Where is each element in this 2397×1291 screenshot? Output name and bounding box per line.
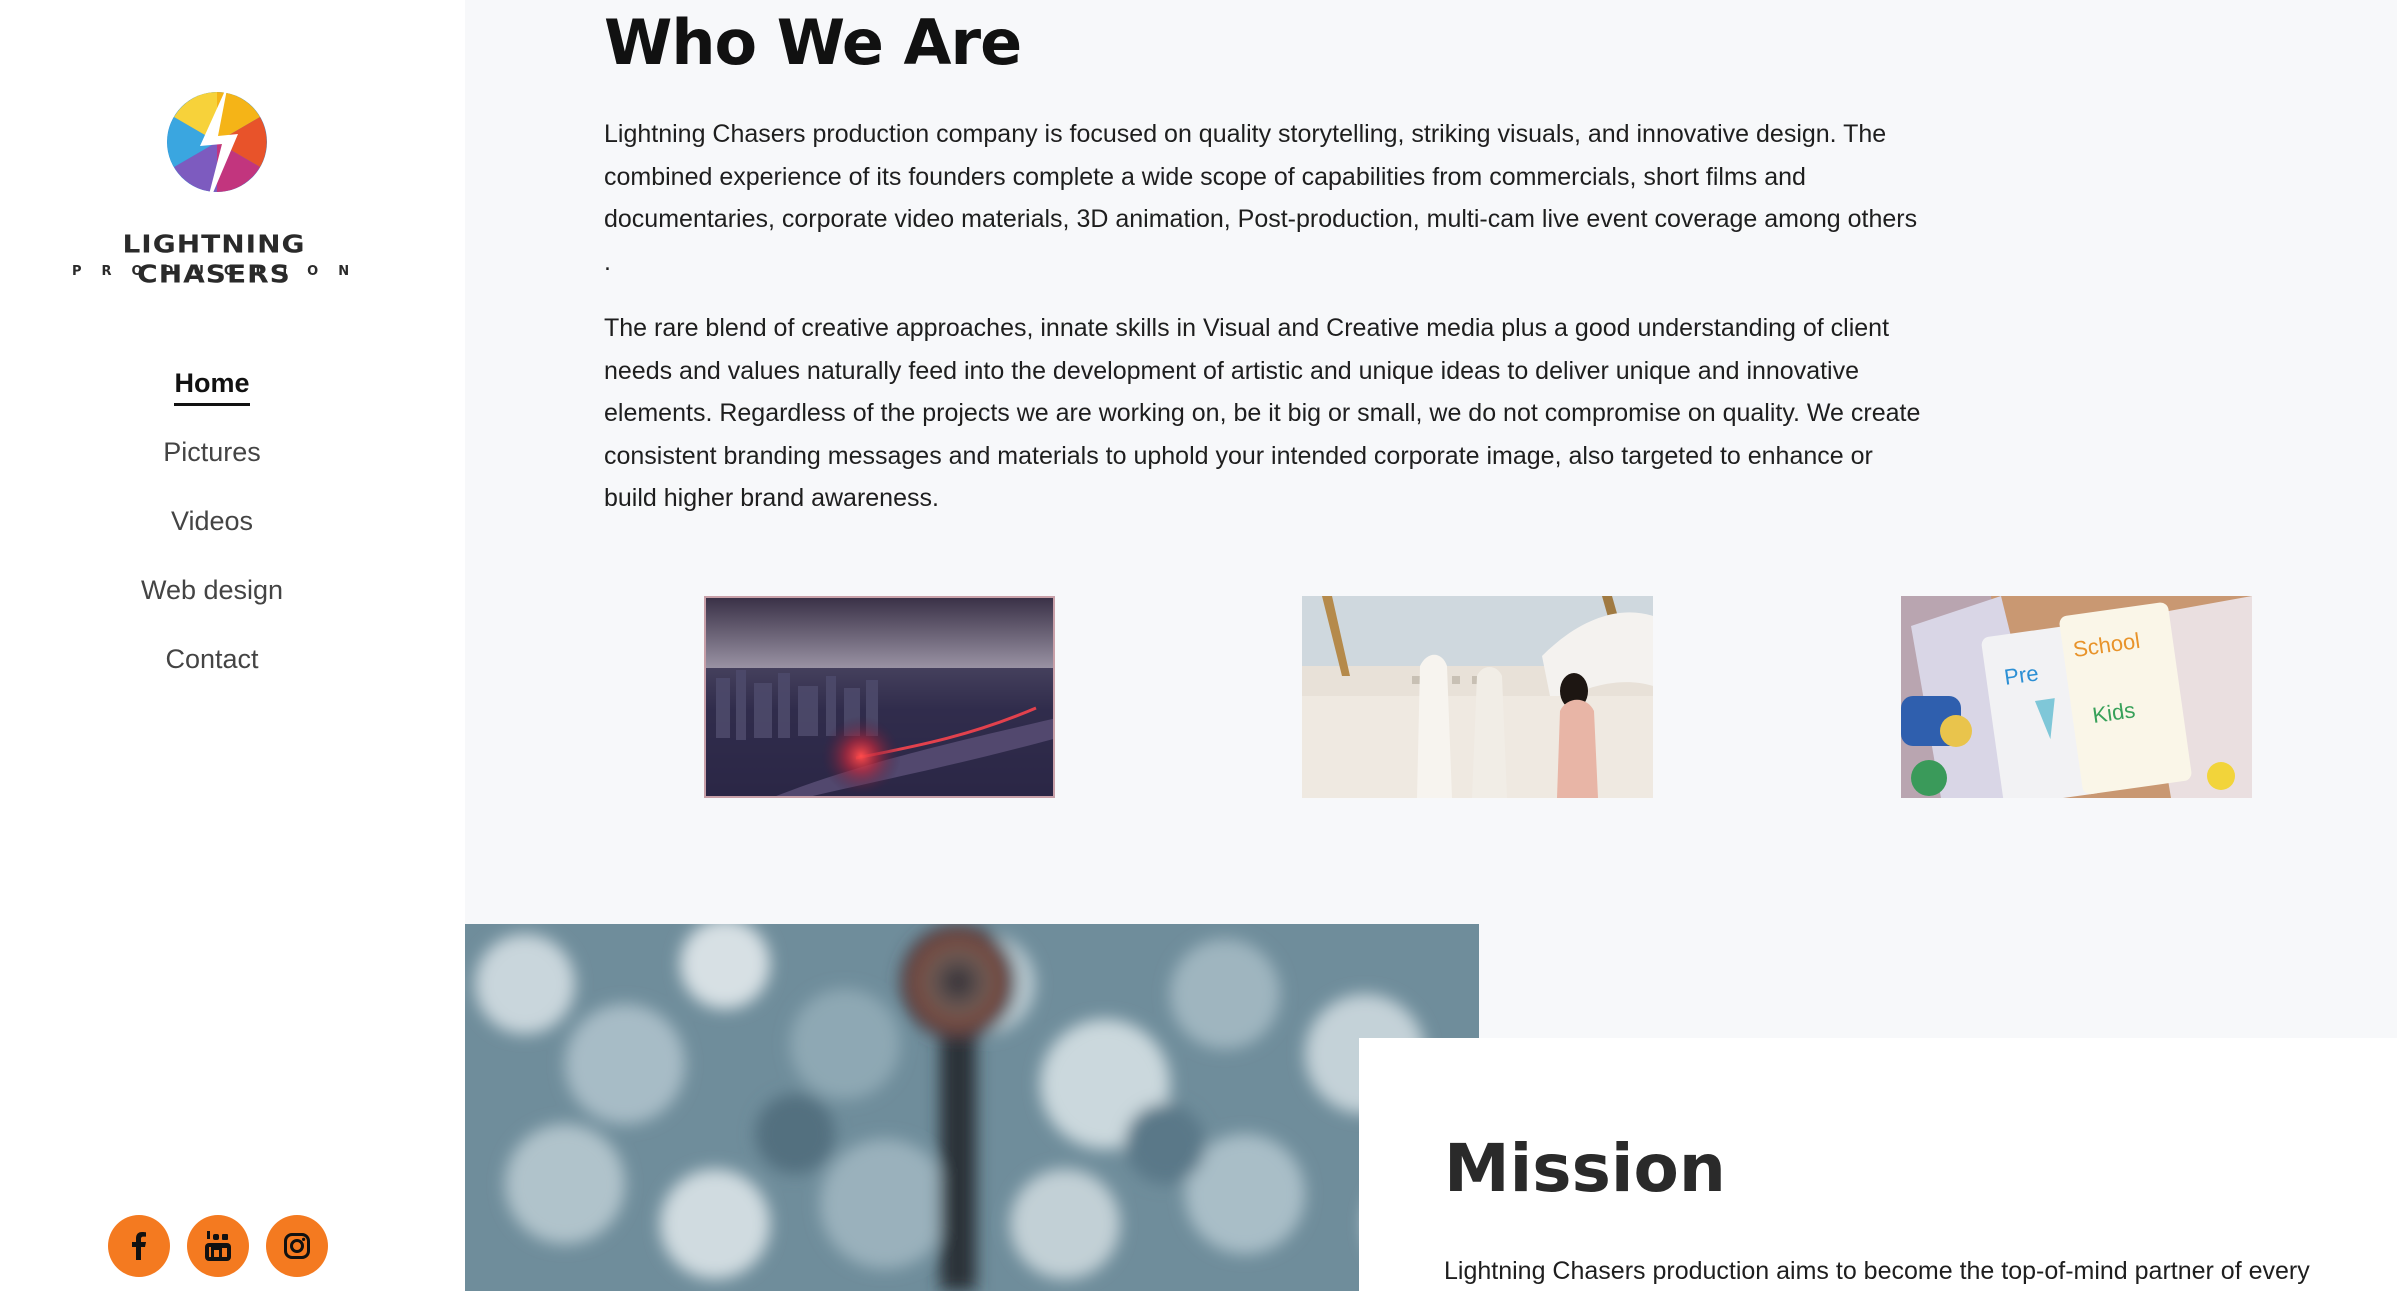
nav-item-label: Pictures [163, 437, 261, 467]
nav-item-videos[interactable]: Videos [0, 506, 424, 575]
mission-heading: Mission [1444, 1130, 1726, 1207]
gallery-thumbnail-preschool[interactable]: Pre School Kids [1901, 596, 2252, 798]
main-nav: Home Pictures Videos Web design Contact [0, 368, 424, 713]
about-paragraph: Lightning Chasers production company is … [604, 120, 1918, 276]
page-title: Who We Are [604, 6, 1022, 79]
mission-card: Mission Lightning Chasers production aim… [1359, 1038, 2397, 1291]
nav-item-contact[interactable]: Contact [0, 644, 424, 713]
nav-item-label: Home [174, 368, 250, 406]
preschool-cards-image: Pre School Kids [1901, 596, 2252, 798]
facebook-button[interactable] [108, 1215, 170, 1277]
mission-banner-image [465, 924, 1479, 1291]
nav-item-home[interactable]: Home [0, 368, 424, 437]
brand-name: LIGHTNING CHASERS [122, 229, 306, 289]
museum-visitors-image [1302, 596, 1653, 798]
nav-item-pictures[interactable]: Pictures [0, 437, 424, 506]
mission-text: Lightning Chasers production aims to bec… [1444, 1257, 2310, 1285]
instagram-button[interactable] [266, 1215, 328, 1277]
lightning-aperture-logo-icon [167, 84, 267, 214]
gallery-thumbnail-museum[interactable] [1302, 596, 1653, 798]
instagram-icon [284, 1233, 310, 1259]
nav-item-web-design[interactable]: Web design [0, 575, 424, 644]
youtube-button[interactable] [187, 1215, 249, 1277]
pre-label: Pre [2003, 660, 2040, 690]
camera-lens-on-fur-image [465, 924, 1479, 1291]
nav-item-label: Videos [170, 506, 254, 536]
social-links [108, 1215, 328, 1277]
sidebar: LIGHTNING CHASERS PRODUCTION Home Pictur… [0, 0, 465, 1291]
gallery-thumbnail-city[interactable] [704, 596, 1055, 798]
about-paragraph: The rare blend of creative approaches, i… [604, 314, 1921, 512]
city-night-image [706, 598, 1053, 796]
facebook-icon [132, 1232, 146, 1260]
brand-tagline: PRODUCTION [72, 264, 370, 279]
brand-logo[interactable]: LIGHTNING CHASERS PRODUCTION [64, 84, 370, 289]
nav-item-label: Contact [165, 644, 259, 674]
nav-item-label: Web design [140, 575, 284, 605]
youtube-icon [205, 1231, 231, 1261]
